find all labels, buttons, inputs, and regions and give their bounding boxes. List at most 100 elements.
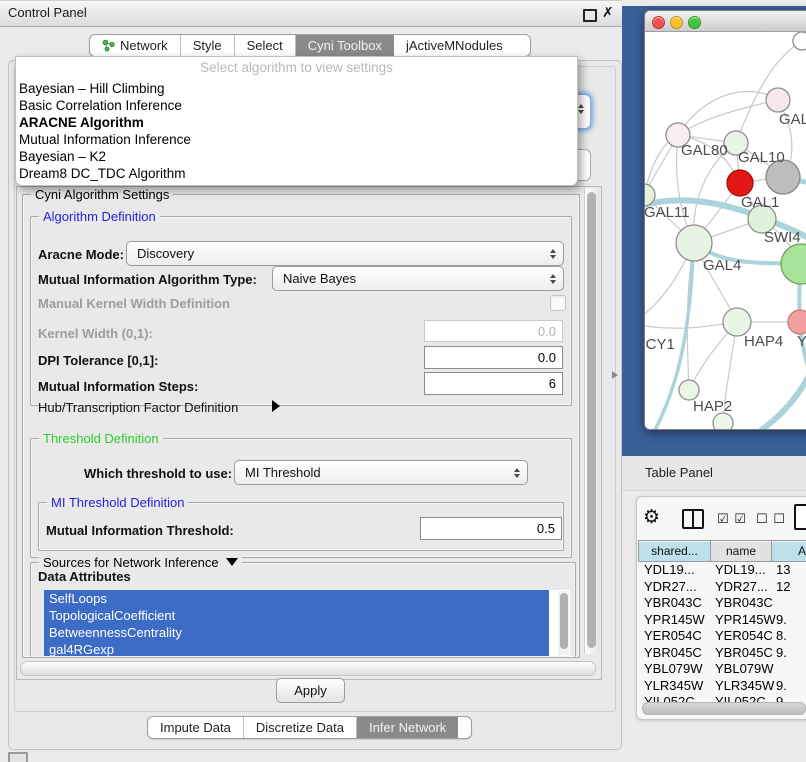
expand-arrow-down-icon xyxy=(226,558,238,566)
select-all-columns-icon[interactable]: ☑ ☑ xyxy=(717,511,747,527)
node-gal-partial xyxy=(766,88,790,112)
control-panel-tabbar: Network Style Select Cyni Toolbox jActiv… xyxy=(89,34,531,57)
deselect-all-columns-icon[interactable]: ☐ ☐ xyxy=(756,511,786,527)
table-horizontal-scrollbar[interactable] xyxy=(642,702,806,715)
node-label: GAL4 xyxy=(703,257,741,274)
table-row[interactable]: YBR043CYBR043C xyxy=(638,595,806,612)
table-row[interactable]: YBR045CYBR045C9. xyxy=(638,645,806,662)
aracne-mode-combo[interactable]: Discovery xyxy=(126,241,564,266)
node-label: GCY1 xyxy=(645,336,675,353)
node-hap4 xyxy=(723,308,751,336)
column-header-shared[interactable]: shared... xyxy=(638,540,711,562)
network-window-titlebar[interactable] xyxy=(645,11,806,32)
control-panel-titlebar: Control Panel ✗ xyxy=(0,0,622,27)
tab-infer-network[interactable]: Infer Network xyxy=(357,717,458,738)
tab-jactivemnodules[interactable]: jActiveMNodules xyxy=(394,35,515,56)
column-header-name[interactable]: name xyxy=(710,540,772,562)
tab-style[interactable]: Style xyxy=(181,35,235,56)
mouse-cursor xyxy=(612,371,618,379)
node-bottom xyxy=(713,413,733,429)
table-row[interactable]: YLR345WYLR345W9. xyxy=(638,678,806,695)
table-panel-title: Table Panel xyxy=(645,465,713,480)
table-panel-titlebar: Table Panel xyxy=(622,456,806,491)
table-row[interactable]: YBL079WYBL079W xyxy=(638,661,806,678)
panel-title: Control Panel xyxy=(8,5,87,20)
gear-icon[interactable]: ⚙ xyxy=(643,506,660,529)
which-threshold-combo[interactable]: MI Threshold xyxy=(234,460,528,485)
network-graph: GAL GAL80 GAL10 GAL1 GAL11 SWI4 GAL4 GCY… xyxy=(645,32,806,429)
table-row[interactable]: YDL19...YDL19...13 xyxy=(638,562,806,579)
kernel-width-label: Kernel Width (0,1): xyxy=(38,326,153,341)
tab-impute-data[interactable]: Impute Data xyxy=(148,717,244,738)
group-title: Cyni Algorithm Settings xyxy=(31,187,173,202)
hub-section-label[interactable]: Hub/Transcription Factor Definition xyxy=(38,400,238,415)
combo-arrows-icon xyxy=(514,468,520,478)
tab-select[interactable]: Select xyxy=(235,35,296,56)
node-label: HAP2 xyxy=(693,398,732,415)
algorithm-dropdown-popup: Select algorithm to view settings Bayesi… xyxy=(15,56,578,186)
manual-kernel-label: Manual Kernel Width Definition xyxy=(38,296,230,311)
collapse-arrow-right-icon[interactable] xyxy=(272,400,280,412)
table-row[interactable]: YDR27...YDR27...12 xyxy=(638,579,806,596)
mi-steps-field[interactable]: 6 xyxy=(424,372,563,395)
algorithm-definition-title: Algorithm Definition xyxy=(39,209,160,224)
node-label: GAL80 xyxy=(681,142,728,159)
list-item[interactable]: SelfLoops xyxy=(44,590,549,607)
algorithm-combobox-fragment[interactable] xyxy=(576,94,591,129)
combo-arrows-icon xyxy=(578,104,590,114)
popup-prompt: Select algorithm to view settings xyxy=(16,60,577,75)
node-gal4 xyxy=(676,225,712,261)
table-row[interactable]: YIL052CYIL052C9 xyxy=(638,694,806,702)
tab-discretize-data[interactable]: Discretize Data xyxy=(244,717,357,738)
combo-arrows-icon xyxy=(550,249,556,259)
export-table-icon[interactable] xyxy=(794,504,806,530)
apply-button[interactable]: Apply xyxy=(276,678,345,703)
data-attributes-list[interactable]: SelfLoops TopologicalCoefficient Between… xyxy=(44,590,570,656)
popup-item-aracne[interactable]: ARACNE Algorithm xyxy=(19,114,569,131)
popup-item-bayesian-hill-climbing[interactable]: Bayesian – Hill Climbing xyxy=(19,80,569,97)
data-attributes-label: Data Attributes xyxy=(38,569,131,584)
close-traffic-light-icon[interactable] xyxy=(652,16,665,29)
popup-item-basic-correlation[interactable]: Basic Correlation Inference xyxy=(19,97,569,114)
float-window-icon[interactable] xyxy=(583,9,597,22)
mi-type-combo[interactable]: Naive Bayes xyxy=(272,266,564,291)
tab-network[interactable]: Network xyxy=(90,35,181,56)
dpi-tolerance-field[interactable]: 0.0 xyxy=(424,346,563,369)
aracne-mode-label: Aracne Mode: xyxy=(38,247,124,262)
mi-threshold-label: Mutual Information Threshold: xyxy=(46,523,234,538)
sources-title[interactable]: Sources for Network Inference xyxy=(39,555,242,570)
vertical-scrollbar-thumb[interactable] xyxy=(587,192,596,648)
mi-threshold-field[interactable]: 0.5 xyxy=(420,517,562,540)
close-icon[interactable]: ✗ xyxy=(602,4,614,21)
kernel-width-field[interactable]: 0.0 xyxy=(424,320,563,342)
popup-item-dream8[interactable]: Dream8 DC_TDC Algorithm xyxy=(19,165,569,182)
zoom-traffic-light-icon[interactable] xyxy=(688,16,701,29)
mi-steps-label: Mutual Information Steps: xyxy=(38,379,198,394)
manual-kernel-checkbox[interactable] xyxy=(550,295,566,311)
node-label: GAL10 xyxy=(738,149,785,166)
node-label: SWI4 xyxy=(764,229,801,246)
node-label: GAL xyxy=(779,111,806,128)
column-layout-icon[interactable] xyxy=(682,509,704,529)
node-hap2 xyxy=(679,380,699,400)
column-header-extra[interactable]: A xyxy=(771,540,806,562)
popup-item-mutual-information[interactable]: Mutual Information Inference xyxy=(19,131,569,148)
node xyxy=(793,32,806,50)
network-icon xyxy=(102,39,115,52)
list-scrollbar[interactable] xyxy=(558,591,569,655)
tab-cyni-toolbox[interactable]: Cyni Toolbox xyxy=(296,35,394,56)
list-item[interactable]: gal4RGexp xyxy=(44,641,549,656)
list-item[interactable]: TopologicalCoefficient xyxy=(44,607,549,624)
table-row[interactable]: YPR145WYPR145W9. xyxy=(638,612,806,629)
horizontal-scrollbar[interactable] xyxy=(20,661,596,676)
panel-grip-icon[interactable] xyxy=(8,752,28,762)
list-item[interactable]: BetweennessCentrality xyxy=(44,624,549,641)
network-canvas[interactable]: GAL GAL80 GAL10 GAL1 GAL11 SWI4 GAL4 GCY… xyxy=(645,32,806,429)
mi-threshold-title: MI Threshold Definition xyxy=(47,495,188,510)
popup-item-bayesian-k2[interactable]: Bayesian – K2 xyxy=(19,148,569,165)
table-row[interactable]: YER054CYER054C8. xyxy=(638,628,806,645)
mi-type-label: Mutual Information Algorithm Type: xyxy=(38,272,257,287)
minimize-traffic-light-icon[interactable] xyxy=(670,16,683,29)
network-window[interactable]: GAL GAL80 GAL10 GAL1 GAL11 SWI4 GAL4 GCY… xyxy=(644,10,806,430)
table-body[interactable]: YDL19...YDL19...13 YDR27...YDR27...12 YB… xyxy=(638,562,806,702)
